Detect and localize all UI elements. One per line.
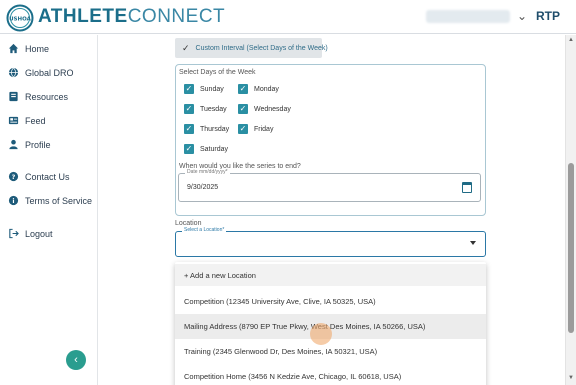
day-label: Wednesday — [254, 105, 291, 113]
checkbox-checked-icon[interactable]: ✓ — [238, 124, 248, 134]
sidebar-item-label: Global DRO — [25, 67, 74, 78]
sidebar-item-profile[interactable]: Profile — [8, 139, 51, 150]
feed-icon — [8, 116, 19, 125]
info-icon: i — [8, 195, 19, 206]
checkbox-checked-icon[interactable]: ✓ — [184, 144, 194, 154]
sidebar-item-label: Feed — [25, 115, 46, 126]
svg-text:?: ? — [12, 173, 16, 181]
scroll-down-arrow-icon[interactable]: ▼ — [568, 375, 574, 381]
svg-text:i: i — [12, 197, 14, 205]
sidebar-item-label: Resources — [25, 91, 69, 102]
sidebar-item-home[interactable]: Home — [8, 43, 49, 54]
sidebar-item-label: Home — [25, 43, 50, 54]
app-header: USHOA ATHLETECONNECT ⌄ RTP — [0, 0, 576, 34]
day-label: Thursday — [200, 125, 230, 133]
day-checkbox-sunday[interactable]: ✓ Sunday — [184, 84, 224, 94]
checkbox-checked-icon[interactable]: ✓ — [184, 104, 194, 114]
question-icon: ? — [8, 171, 19, 182]
location-select-legend: Select a Location* — [182, 227, 227, 233]
location-option[interactable]: Training (2345 Glenwood Dr, Des Moines, … — [175, 339, 486, 364]
day-checkbox-tuesday[interactable]: ✓ Tuesday — [184, 104, 227, 114]
person-icon — [9, 139, 18, 150]
days-label: Select Days of the Week — [179, 69, 256, 76]
location-option[interactable]: Competition Home (3456 N Kedzie Ave, Chi… — [175, 364, 486, 385]
calendar-icon[interactable] — [462, 182, 472, 193]
location-dropdown-menu: + Add a new Location Competition (12345 … — [175, 262, 486, 385]
brand-word-athlete: ATHLETE — [38, 6, 128, 27]
home-icon — [8, 43, 19, 54]
date-field-legend: Date mm/dd/yyyy* — [185, 169, 230, 175]
sidebar-item-contact-us[interactable]: ? Contact Us — [8, 171, 70, 182]
location-option[interactable]: Competition (12345 University Ave, Clive… — [175, 289, 486, 314]
sidebar-item-label: Terms of Service — [25, 195, 93, 206]
sidebar-item-feed[interactable]: Feed — [8, 115, 46, 126]
day-label: Friday — [254, 125, 274, 133]
collapse-sidebar-button[interactable]: ‹ — [66, 350, 86, 370]
check-icon: ✓ — [182, 42, 190, 53]
app-brand[interactable]: ATHLETECONNECT — [38, 6, 225, 28]
day-checkbox-monday[interactable]: ✓ Monday — [238, 84, 279, 94]
scrollbar-thumb[interactable] — [568, 163, 574, 333]
day-label: Tuesday — [200, 105, 227, 113]
sidebar: Home Global DRO Resources Feed Profile ?… — [0, 35, 98, 385]
day-label: Saturday — [200, 145, 229, 153]
days-of-week-group: Select Days of the Week ✓ Sunday ✓ Monda… — [175, 64, 486, 216]
interval-option-label: Custom Interval (Select Days of the Week… — [195, 44, 328, 52]
sidebar-item-global-dro[interactable]: Global DRO — [8, 67, 74, 78]
checkbox-checked-icon[interactable]: ✓ — [238, 104, 248, 114]
user-name-redacted[interactable] — [426, 10, 510, 23]
day-checkbox-wednesday[interactable]: ✓ Wednesday — [238, 104, 291, 114]
brand-word-connect: CONNECT — [127, 6, 226, 27]
checkbox-checked-icon[interactable]: ✓ — [184, 84, 194, 94]
location-select[interactable]: Select a Location* — [175, 227, 486, 257]
checkbox-checked-icon[interactable]: ✓ — [238, 84, 248, 94]
svg-text:USHOA: USHOA — [9, 17, 32, 23]
sidebar-item-label: Contact Us — [25, 171, 70, 182]
series-end-date-field[interactable]: Date mm/dd/yyyy* 9/30/2025 — [178, 169, 481, 202]
sidebar-item-resources[interactable]: Resources — [8, 91, 68, 102]
scroll-up-arrow-icon[interactable]: ▲ — [568, 37, 574, 43]
logout-icon — [9, 228, 19, 239]
day-checkbox-friday[interactable]: ✓ Friday — [238, 124, 273, 134]
date-field-value[interactable]: 9/30/2025 — [187, 184, 218, 191]
chevron-down-icon[interactable]: ⌄ — [517, 9, 527, 23]
sidebar-item-logout[interactable]: Logout — [8, 228, 53, 239]
day-checkbox-thursday[interactable]: ✓ Thursday — [184, 124, 229, 134]
day-checkbox-saturday[interactable]: ✓ Saturday — [184, 144, 228, 154]
day-label: Monday — [254, 85, 279, 93]
org-code[interactable]: RTP — [536, 9, 560, 23]
interval-option-custom[interactable]: ✓ Custom Interval (Select Days of the We… — [175, 38, 328, 58]
globe-icon — [8, 67, 19, 78]
caret-down-icon[interactable] — [470, 241, 476, 245]
checkbox-checked-icon[interactable]: ✓ — [184, 124, 194, 134]
book-icon — [9, 91, 18, 102]
page-scrollbar[interactable]: ▲ ▼ — [565, 35, 576, 385]
sidebar-item-label: Logout — [25, 228, 53, 239]
add-new-location-option[interactable]: + Add a new Location — [175, 264, 486, 286]
mouse-cursor-indicator — [310, 323, 332, 345]
ushoa-logo[interactable]: USHOA — [6, 4, 34, 32]
location-label: Location — [175, 220, 202, 227]
main-content: ✓ Custom Interval (Select Days of the We… — [99, 35, 565, 385]
day-label: Sunday — [200, 85, 224, 93]
sidebar-item-label: Profile — [25, 139, 51, 150]
sidebar-item-terms-of-service[interactable]: i Terms of Service — [8, 195, 92, 206]
